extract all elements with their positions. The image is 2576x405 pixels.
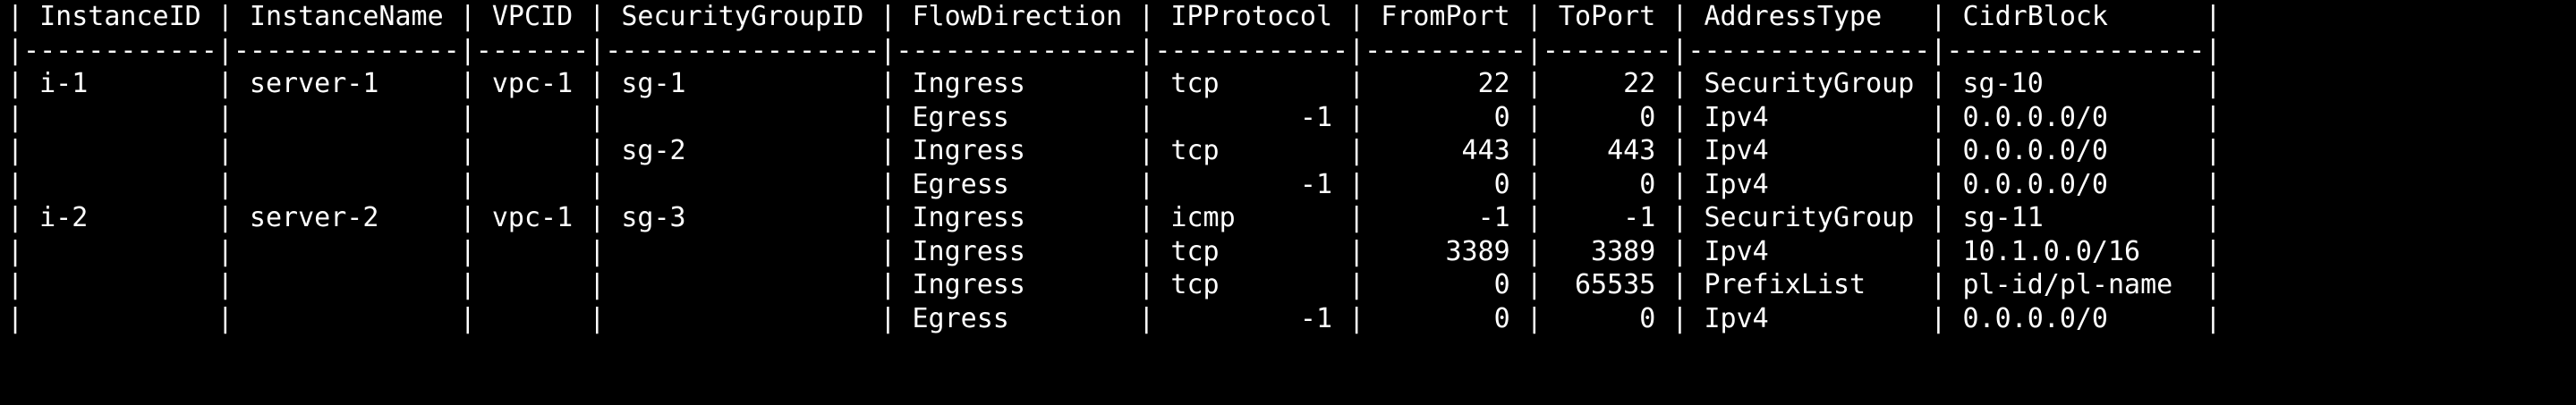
table-row: | | | | | Egress | -1 | 0 | 0 | Ipv4 | 0… [7, 302, 2222, 334]
table-row: | | | | | Egress | -1 | 0 | 0 | Ipv4 | 0… [7, 168, 2222, 200]
table-row: | i-1 | server-1 | vpc-1 | sg-1 | Ingres… [7, 68, 2222, 99]
table-row: | | | | | Egress | -1 | 0 | 0 | Ipv4 | 0… [7, 101, 2222, 133]
terminal-output: | InstanceID | InstanceName | VPCID | Se… [0, 0, 2576, 405]
table-row: | | | | | Ingress | tcp | 0 | 65535 | Pr… [7, 269, 2222, 300]
table-row: | | | | sg-2 | Ingress | tcp | 443 | 443… [7, 135, 2222, 166]
table-separator: |------------|--------------|-------|---… [7, 34, 2222, 66]
table-row: | | | | | Ingress | tcp | 3389 | 3389 | … [7, 235, 2222, 267]
table-header: | InstanceID | InstanceName | VPCID | Se… [7, 1, 2222, 32]
table-row: | i-2 | server-2 | vpc-1 | sg-3 | Ingres… [7, 202, 2222, 233]
